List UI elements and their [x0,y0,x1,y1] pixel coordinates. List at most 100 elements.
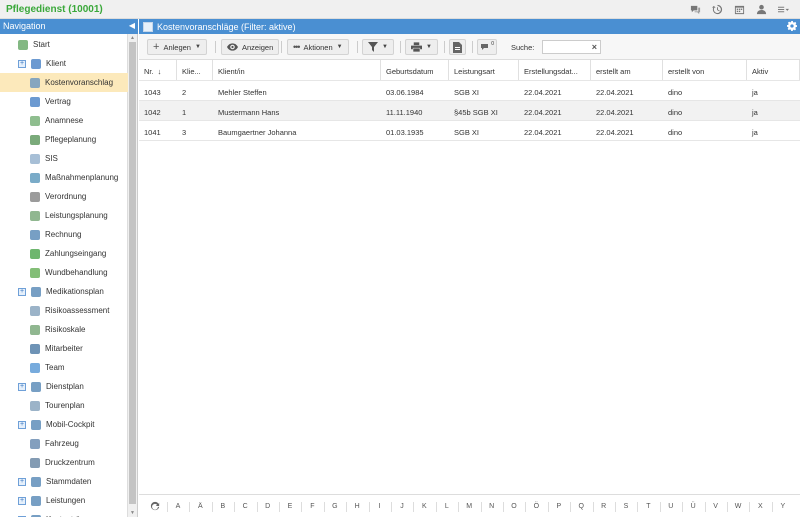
alphabet-divider [368,502,370,512]
alphabet-letter[interactable]: J [396,503,408,510]
column-header[interactable]: Nr. ↓ [139,60,177,80]
expand-icon[interactable]: + [18,496,26,505]
alphabet-letter[interactable]: Q [575,503,587,510]
table-cell: 22.04.2021 [524,88,562,97]
alphabet-letter[interactable]: L [441,503,453,510]
history-icon[interactable] [706,2,728,17]
refresh-icon[interactable] [150,501,160,511]
column-header[interactable]: erstellt von [663,60,747,80]
gear-icon[interactable] [787,21,797,31]
scroll-up-icon[interactable]: ▲ [130,35,135,41]
nav-item-fahrzeug[interactable]: Fahrzeug [0,434,128,453]
alphabet-letter[interactable]: S [620,503,632,510]
column-header[interactable]: Aktiv [747,60,800,80]
nav-item-kostenträger[interactable]: +Kostenträger [0,510,128,517]
anlegen-button[interactable]: + Anlegen ▼ [147,39,207,55]
nav-item-dienstplan[interactable]: + Dienstplan [0,377,128,396]
expand-icon[interactable]: + [18,420,26,429]
nav-item-druckzentrum[interactable]: Druckzentrum [0,453,128,472]
nav-item-risikoskale[interactable]: Risikoskale [0,320,128,339]
nav-item-leistungsplanung[interactable]: Leistungsplanung [0,206,128,225]
nav-item-label: Mobil-Cockpit [46,420,95,429]
nav-item-vertrag[interactable]: Vertrag [0,92,128,111]
alphabet-letter[interactable]: W [732,503,744,510]
nav-item-kostenvoranschlag[interactable]: Kostenvoranschlag [0,73,128,92]
alphabet-letter[interactable]: Y [777,503,789,510]
alphabet-letter[interactable]: B [217,503,229,510]
navigation-scrollbar[interactable]: ▲ ▼ [127,34,137,517]
column-header[interactable]: Leistungsart [449,60,519,80]
filter-button[interactable]: ▼ [362,39,394,55]
alphabet-letter[interactable]: M [463,503,475,510]
alphabet-letter[interactable]: H [351,503,363,510]
alphabet-letter[interactable]: X [754,503,766,510]
alphabet-letter[interactable]: T [642,503,654,510]
alphabet-letter[interactable]: N [486,503,498,510]
search-input[interactable]: × [542,40,601,54]
nav-item-maßnahmenplanung[interactable]: Maßnahmenplanung [0,168,128,187]
nav-item-risikoassessment[interactable]: Risikoassessment [0,301,128,320]
nav-item-wundbehandlung[interactable]: Wundbehandlung [0,263,128,282]
menu-icon[interactable] [772,2,794,17]
nav-item-label: Klient [46,59,67,68]
alphabet-letter[interactable]: Ü [687,503,699,510]
table-row[interactable]: 1041 3 Baumgaertner Johanna 01.03.1935 SGB X… [139,121,800,141]
column-header[interactable]: Erstellungsdat... [519,60,591,80]
alphabet-letter[interactable]: Ä [194,503,206,510]
alphabet-letter[interactable]: E [284,503,296,510]
alphabet-letter[interactable]: F [306,503,318,510]
calendar-icon[interactable] [728,2,750,17]
nav-item-label: Medikationsplan [46,287,104,296]
table-row[interactable]: 1042 1 Mustermann Hans 11.11.1940 §45b SGB X… [139,101,800,121]
print-button[interactable]: ▼ [405,39,438,55]
nav-item-start[interactable]: Start [0,35,128,54]
nav-item-leistungen[interactable]: + Leistungen [0,491,128,510]
nav-item-tourenplan[interactable]: Tourenplan [0,396,128,415]
messages-button[interactable]: 0 [477,39,497,55]
column-header[interactable]: erstellt am [591,60,663,80]
alphabet-letter[interactable]: D [262,503,274,510]
nav-item-medikationsplan[interactable]: + Medikationsplan [0,282,128,301]
nav-item-sis[interactable]: SIS [0,149,128,168]
alphabet-letter[interactable]: P [553,503,565,510]
nav-item-mobil-cockpit[interactable]: + Mobil-Cockpit [0,415,128,434]
column-header[interactable]: Klie... [177,60,213,80]
clear-icon[interactable]: × [592,42,597,52]
expand-icon[interactable]: + [18,59,26,68]
alphabet-letter[interactable]: Ö [530,503,542,510]
expand-icon[interactable]: + [18,287,26,296]
chat-icon[interactable] [684,2,706,17]
alphabet-letter[interactable]: C [239,503,251,510]
nav-item-zahlungseingang[interactable]: Zahlungseingang [0,244,128,263]
nav-item-stammdaten[interactable]: + Stammdaten [0,472,128,491]
alphabet-letter[interactable]: I [374,503,386,510]
alphabet-letter[interactable]: V [710,503,722,510]
column-header[interactable]: Klient/in [213,60,381,80]
nav-item-anamnese[interactable]: Anamnese [0,111,128,130]
alphabet-letter[interactable]: G [329,503,341,510]
nav-item-team[interactable]: Team [0,358,128,377]
anzeigen-button[interactable]: Anzeigen [221,39,280,55]
nav-item-rechnung[interactable]: Rechnung [0,225,128,244]
aktionen-button[interactable]: ••• Aktionen ▼ [287,39,349,55]
scroll-down-icon[interactable]: ▼ [130,510,135,516]
alphabet-letter[interactable]: R [598,503,610,510]
expand-icon[interactable]: + [18,382,26,391]
scrollbar-thumb[interactable] [129,42,136,504]
nav-item-pflegeplanung[interactable]: Pflegeplanung [0,130,128,149]
column-header[interactable]: Geburtsdatum [381,60,449,80]
alphabet-filter-bar: AÄBCDEFGHIJKLMNOÖPQRSTUÜVWXY [139,494,800,517]
export-button[interactable] [449,39,466,55]
nav-item-klient[interactable]: + Klient [0,54,128,73]
alphabet-letter[interactable]: U [665,503,677,510]
nav-item-mitarbeiter[interactable]: Mitarbeiter [0,339,128,358]
collapse-chevron-icon[interactable]: ◀ [129,21,135,30]
alphabet-letter[interactable]: K [418,503,430,510]
nav-item-label: Wundbehandlung [45,268,108,277]
nav-item-verordnung[interactable]: Verordnung [0,187,128,206]
expand-icon[interactable]: + [18,477,26,486]
alphabet-letter[interactable]: A [172,503,184,510]
user-icon[interactable] [750,2,772,17]
table-row[interactable]: 1043 2 Mehler Steffen 03.06.1984 SGB XI 22.04… [139,81,800,101]
alphabet-letter[interactable]: O [508,503,520,510]
